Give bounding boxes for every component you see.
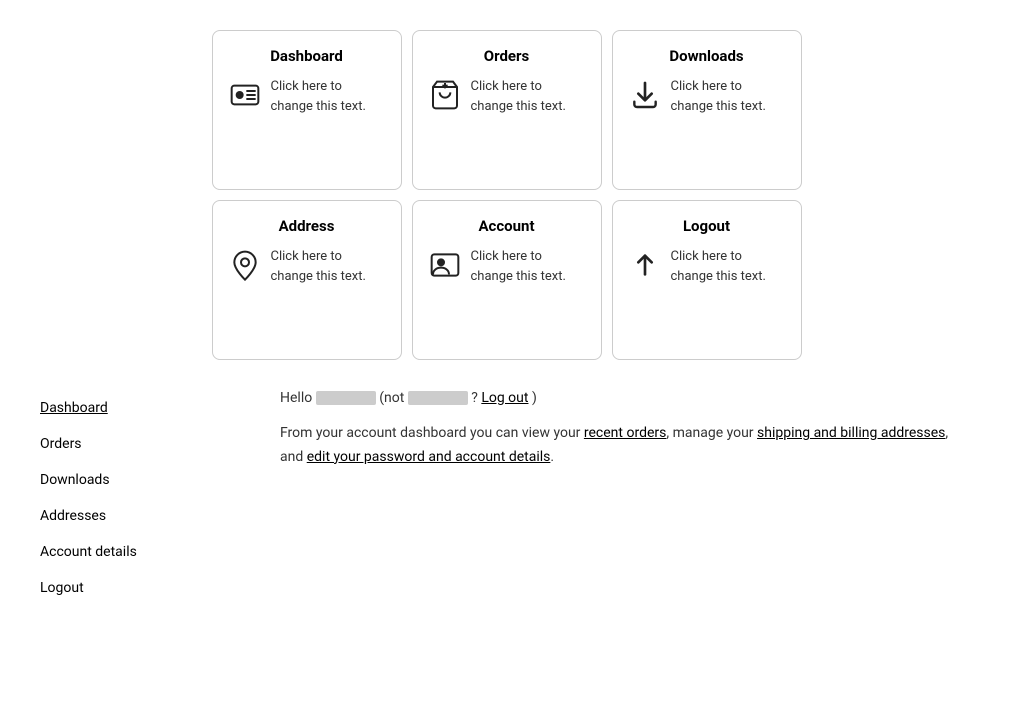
card-account-title: Account (478, 217, 534, 235)
account-icon (429, 249, 461, 288)
greeting-prefix: Hello (280, 390, 312, 406)
sidebar-item-downloads[interactable]: Downloads (40, 462, 260, 498)
account-details-link[interactable]: edit your password and account details (307, 449, 551, 465)
card-account-text: Click here to change this text. (471, 247, 585, 286)
logout-icon (629, 249, 661, 288)
orders-icon (429, 79, 461, 118)
sidebar-link-downloads[interactable]: Downloads (40, 472, 110, 488)
bottom-section: Dashboard Orders Downloads Addresses Acc… (40, 390, 973, 606)
desc-4: . (550, 449, 554, 465)
card-dashboard-body: Click here to change this text. (229, 77, 385, 118)
card-logout-text: Click here to change this text. (671, 247, 785, 286)
sidebar-link-orders[interactable]: Orders (40, 436, 82, 452)
card-downloads-body: Click here to change this text. (629, 77, 785, 118)
card-dashboard-title: Dashboard (270, 47, 343, 65)
card-dashboard[interactable]: Dashboard Click here to change this text… (212, 30, 402, 190)
dashboard-icon (229, 79, 261, 118)
sidebar-link-logout[interactable]: Logout (40, 580, 84, 596)
recent-orders-link[interactable]: recent orders (584, 425, 666, 441)
card-downloads-text: Click here to change this text. (671, 77, 785, 116)
cards-grid: Dashboard Click here to change this text… (40, 20, 973, 360)
greeting-close-paren: ) (532, 390, 537, 406)
sidebar-item-orders[interactable]: Orders (40, 426, 260, 462)
card-address[interactable]: Address Click here to change this text. (212, 200, 402, 360)
sidebar-nav: Dashboard Orders Downloads Addresses Acc… (40, 390, 260, 606)
desc-prefix: From your account dashboard you can view… (280, 425, 584, 441)
card-address-title: Address (279, 217, 335, 235)
addresses-link[interactable]: shipping and billing addresses (757, 425, 945, 441)
address-icon (229, 249, 261, 288)
downloads-icon (629, 79, 661, 118)
dashboard-description: From your account dashboard you can view… (280, 422, 973, 470)
greeting-username (316, 391, 376, 405)
greeting-line: Hello (not ? Log out ) (280, 390, 973, 406)
card-logout-title: Logout (683, 217, 730, 235)
sidebar-item-addresses[interactable]: Addresses (40, 498, 260, 534)
sidebar-item-account-details[interactable]: Account details (40, 534, 260, 570)
card-orders-title: Orders (484, 47, 529, 65)
greeting-username2 (408, 391, 468, 405)
card-address-text: Click here to change this text. (271, 247, 385, 286)
sidebar-item-logout[interactable]: Logout (40, 570, 260, 606)
greeting-middle: (not (379, 390, 408, 406)
sidebar-link-account-details[interactable]: Account details (40, 544, 137, 560)
card-orders[interactable]: Orders Click here to change this text. (412, 30, 602, 190)
card-downloads-title: Downloads (669, 47, 743, 65)
greeting-question: ? (471, 390, 481, 406)
card-orders-text: Click here to change this text. (471, 77, 585, 116)
card-downloads[interactable]: Downloads Click here to change this text… (612, 30, 802, 190)
card-logout[interactable]: Logout Click here to change this text. (612, 200, 802, 360)
card-logout-body: Click here to change this text. (629, 247, 785, 288)
main-content: Hello (not ? Log out ) From your account… (260, 390, 973, 606)
sidebar-link-dashboard[interactable]: Dashboard (40, 400, 108, 416)
sidebar-item-dashboard[interactable]: Dashboard (40, 390, 260, 426)
card-account[interactable]: Account Click here to change this text. (412, 200, 602, 360)
page-wrapper: Dashboard Click here to change this text… (0, 0, 1013, 626)
sidebar-link-addresses[interactable]: Addresses (40, 508, 106, 524)
card-account-body: Click here to change this text. (429, 247, 585, 288)
card-orders-body: Click here to change this text. (429, 77, 585, 118)
card-address-body: Click here to change this text. (229, 247, 385, 288)
desc-2: , manage your (666, 425, 757, 441)
log-out-link[interactable]: Log out (481, 390, 528, 406)
card-dashboard-text: Click here to change this text. (271, 77, 385, 116)
